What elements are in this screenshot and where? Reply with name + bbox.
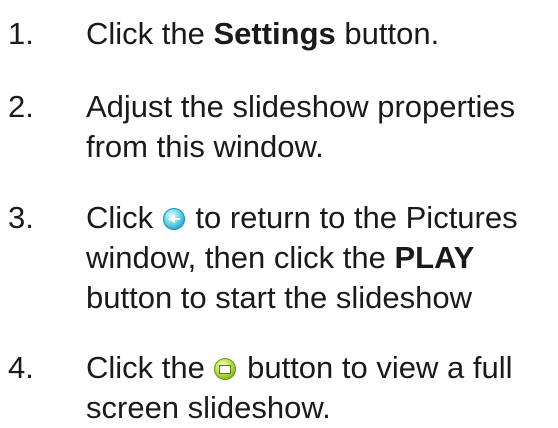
- step-line: screen slideshow.: [86, 390, 331, 425]
- step-number: 4.: [8, 350, 34, 385]
- step-line: Adjust the slideshow properties: [86, 89, 516, 124]
- step-text: Click the Settings button.: [86, 14, 556, 54]
- step-number: 1.: [8, 16, 34, 51]
- step-text: Click the button to view a full screen s…: [86, 348, 556, 428]
- step-line: button to start the slideshow: [86, 280, 473, 315]
- step-line: Click the button to view a full: [86, 350, 513, 385]
- fullscreen-icon: [214, 358, 237, 380]
- step-line: window, then click the PLAY: [86, 240, 475, 275]
- step-line: Click the Settings button.: [86, 16, 440, 51]
- step-number: 3.: [8, 200, 34, 235]
- step-text: Adjust the slideshow properties from thi…: [86, 87, 556, 167]
- step-number: 2.: [8, 89, 34, 124]
- step-line: from this window.: [86, 129, 324, 164]
- play-label: PLAY: [394, 240, 475, 275]
- settings-label: Settings: [213, 16, 336, 51]
- step-text: Click to return to the Pictures window, …: [86, 198, 556, 318]
- back-arrow-icon: [162, 208, 185, 230]
- step-line: Click to return to the Pictures: [86, 200, 518, 235]
